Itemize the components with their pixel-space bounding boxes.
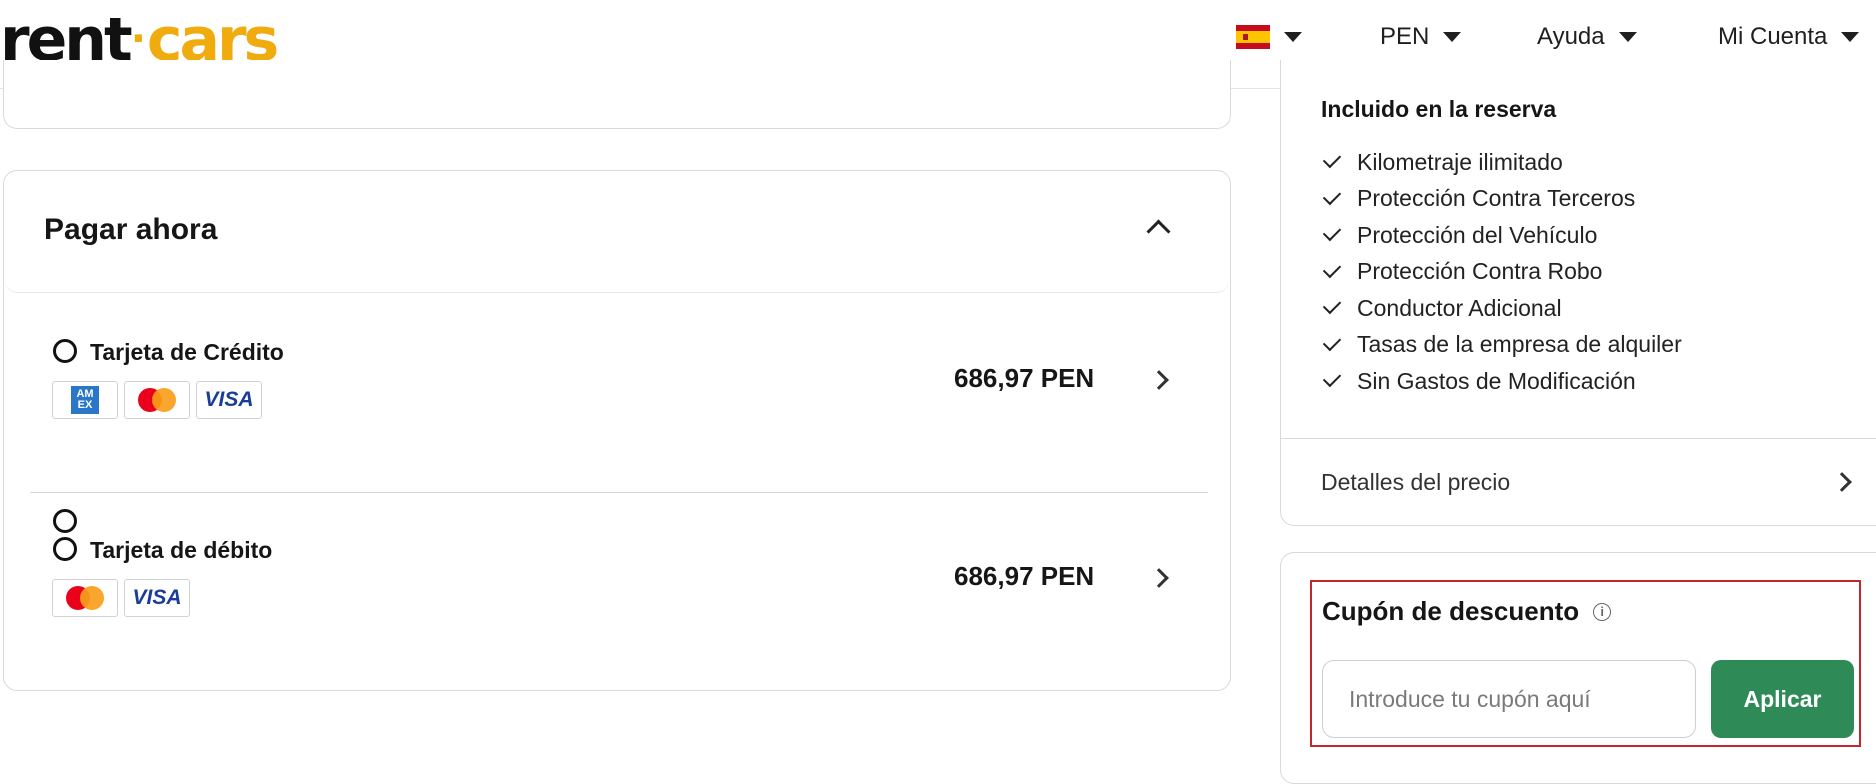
price-details-label: Detalles del precio	[1321, 469, 1511, 495]
included-list: Kilometraje ilimitado Protección Contra …	[1321, 144, 1682, 400]
included-item-label: Sin Gastos de Modificación	[1357, 367, 1636, 394]
account-label: Mi Cuenta	[1718, 23, 1828, 50]
list-item: Protección Contra Robo	[1321, 254, 1682, 291]
credit-card-price: 686,97 PEN	[954, 363, 1095, 393]
language-selector[interactable]	[1236, 18, 1302, 56]
list-item: Conductor Adicional	[1321, 290, 1682, 327]
check-icon	[1322, 332, 1342, 351]
coupon-title-text: Cupón de descuento	[1322, 596, 1580, 626]
help-label: Ayuda	[1537, 23, 1605, 50]
check-icon	[1322, 296, 1342, 315]
chevron-up-icon[interactable]	[1146, 219, 1171, 244]
chevron-right-icon	[1832, 472, 1852, 492]
included-title: Incluido en la reserva	[1321, 96, 1557, 122]
visa-logo: VISA	[196, 381, 262, 419]
previous-section-card	[3, 60, 1231, 129]
currency-selector[interactable]: PEN	[1380, 18, 1462, 56]
currency-label: PEN	[1380, 23, 1430, 50]
visa-icon: VISA	[132, 586, 182, 609]
included-item-label: Protección Contra Terceros	[1357, 185, 1636, 212]
info-icon[interactable]: i	[1593, 602, 1612, 621]
list-item: Sin Gastos de Modificación	[1321, 363, 1682, 400]
list-item: Tasas de la empresa de alquiler	[1321, 327, 1682, 364]
included-item-label: Tasas de la empresa de alquiler	[1357, 331, 1682, 358]
chevron-down-icon	[1443, 32, 1462, 42]
mastercard-logo	[124, 381, 190, 419]
debit-card-price: 686,97 PEN	[954, 561, 1095, 591]
list-item: Protección del Vehículo	[1321, 217, 1682, 254]
radio-credit-card[interactable]	[53, 339, 77, 363]
visa-icon: VISA	[204, 388, 254, 411]
debit-card-brands: VISA	[52, 579, 190, 617]
list-item: Protección Contra Terceros	[1321, 181, 1682, 218]
mastercard-logo	[52, 579, 118, 617]
booking-summary-card: Incluido en la reserva Kilometraje ilimi…	[1280, 60, 1876, 526]
logo-dot: ·	[130, 16, 146, 62]
payment-header[interactable]: Pagar ahora	[4, 171, 1230, 293]
apply-coupon-button[interactable]: Aplicar	[1711, 660, 1854, 738]
spain-flag-icon	[1236, 25, 1270, 49]
check-icon	[1322, 259, 1342, 278]
included-item-label: Conductor Adicional	[1357, 294, 1562, 321]
mastercard-icon	[66, 586, 104, 610]
help-menu[interactable]: Ayuda	[1537, 18, 1637, 56]
option-divider	[30, 492, 1208, 493]
radio-debit-card[interactable]	[53, 537, 77, 561]
included-item-label: Kilometraje ilimitado	[1357, 148, 1563, 175]
credit-card-label: Tarjeta de Crédito	[90, 339, 284, 365]
chevron-down-icon	[1618, 32, 1637, 42]
coupon-input[interactable]	[1322, 660, 1696, 738]
chevron-right-icon[interactable]	[1149, 568, 1169, 588]
account-menu[interactable]: Mi Cuenta	[1718, 18, 1860, 56]
amex-logo: AM EX	[52, 381, 118, 419]
debit-card-label: Tarjeta de débito	[90, 537, 273, 563]
chevron-down-icon	[1841, 32, 1860, 42]
list-item: Kilometraje ilimitado	[1321, 144, 1682, 181]
payment-title: Pagar ahora	[44, 213, 218, 246]
credit-card-brands: AM EX VISA	[52, 381, 262, 419]
price-details-link[interactable]: Detalles del precio	[1281, 439, 1876, 525]
check-icon	[1322, 369, 1342, 388]
chevron-down-icon	[1284, 32, 1302, 42]
check-icon	[1322, 186, 1342, 205]
radio-credit-card[interactable]	[53, 509, 77, 533]
amex-icon: AM EX	[71, 386, 99, 414]
coupon-section-highlight: Cupón de descuento i Aplicar	[1310, 580, 1861, 747]
check-icon	[1322, 150, 1342, 169]
payment-card: Pagar ahora Tarjeta de Crédito AM EX VIS…	[3, 170, 1231, 691]
mastercard-icon	[138, 388, 176, 412]
check-icon	[1322, 223, 1342, 242]
included-item-label: Protección del Vehículo	[1357, 221, 1598, 248]
included-item-label: Protección Contra Robo	[1357, 258, 1603, 285]
visa-logo: VISA	[124, 579, 190, 617]
coupon-title: Cupón de descuento i	[1322, 596, 1612, 627]
amex-text-bottom: EX	[77, 399, 93, 411]
